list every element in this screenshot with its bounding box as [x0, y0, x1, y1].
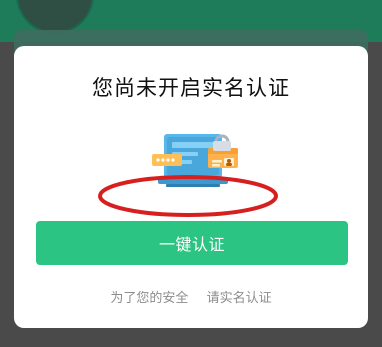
dialog-title: 您尚未开启实名认证 — [92, 76, 290, 100]
verification-hint: 为了您的安全 请实名认证 — [14, 287, 368, 306]
one-click-verify-button[interactable]: 一键认证 — [36, 221, 348, 265]
hint-part-1: 为了您的安全 — [110, 291, 189, 306]
hint-part-2: 请实名认证 — [206, 291, 272, 306]
real-name-auth-dialog: 您尚未开启实名认证 一键认证 为了您的安全 请实名认证 — [14, 46, 368, 328]
id-card-laptop-illustration — [146, 124, 246, 204]
